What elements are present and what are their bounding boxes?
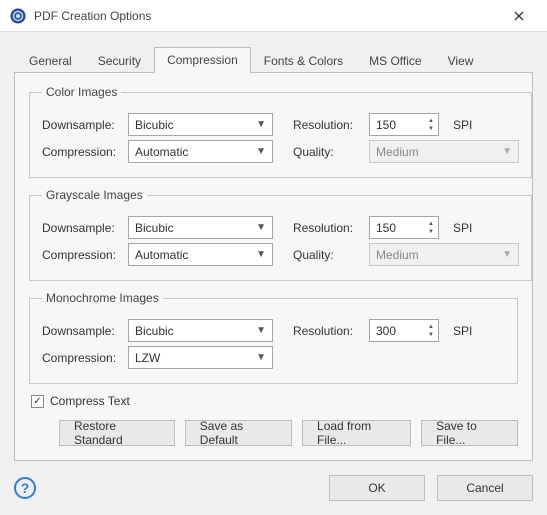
grayscale-quality-select: Medium ▼ — [369, 243, 519, 266]
tab-compression[interactable]: Compression — [154, 47, 251, 74]
mono-compression-value: LZW — [135, 351, 160, 365]
grayscale-resolution-value: 150 — [376, 221, 428, 235]
tab-fonts-colors[interactable]: Fonts & Colors — [251, 48, 356, 74]
close-button[interactable] — [499, 11, 539, 21]
tab-ms-office[interactable]: MS Office — [356, 48, 434, 74]
color-downsample-select[interactable]: Bicubic ▼ — [128, 113, 273, 136]
compress-text-checkbox[interactable]: ✓ Compress Text — [31, 394, 518, 408]
label-compression: Compression: — [42, 145, 122, 159]
mono-compression-select[interactable]: LZW ▼ — [128, 346, 273, 369]
title-bar: PDF Creation Options — [0, 0, 547, 32]
spinner-arrows-icon: ▲▼ — [428, 324, 438, 338]
label-quality: Quality: — [293, 145, 363, 159]
label-downsample: Downsample: — [42, 221, 122, 235]
grayscale-compression-select[interactable]: Automatic ▼ — [128, 243, 273, 266]
group-grayscale-images: Grayscale Images Downsample: Bicubic ▼ R… — [29, 188, 532, 281]
group-color-images: Color Images Downsample: Bicubic ▼ Resol… — [29, 85, 532, 178]
tab-security[interactable]: Security — [85, 48, 154, 74]
load-from-file-button[interactable]: Load from File... — [302, 420, 411, 446]
chevron-down-icon: ▼ — [256, 119, 266, 130]
save-to-file-button[interactable]: Save to File... — [421, 420, 518, 446]
label-spi: SPI — [453, 324, 481, 338]
restore-standard-button[interactable]: Restore Standard — [59, 420, 175, 446]
tab-general[interactable]: General — [16, 48, 85, 74]
color-resolution-input[interactable]: 150 ▲▼ — [369, 113, 439, 136]
group-mono-legend: Monochrome Images — [42, 291, 163, 305]
mono-resolution-value: 300 — [376, 324, 428, 338]
tab-view[interactable]: View — [435, 48, 487, 74]
help-icon[interactable]: ? — [14, 477, 36, 499]
compress-text-label: Compress Text — [50, 394, 130, 408]
spinner-arrows-icon: ▲▼ — [428, 221, 438, 235]
spinner-arrows-icon: ▲▼ — [428, 118, 438, 132]
color-compression-select[interactable]: Automatic ▼ — [128, 140, 273, 163]
grayscale-downsample-value: Bicubic — [135, 221, 174, 235]
group-color-legend: Color Images — [42, 85, 121, 99]
tab-bar: General Security Compression Fonts & Col… — [14, 46, 533, 73]
chevron-down-icon: ▼ — [256, 325, 266, 336]
label-resolution: Resolution: — [293, 324, 363, 338]
chevron-down-icon: ▼ — [502, 146, 512, 157]
save-as-default-button[interactable]: Save as Default — [185, 420, 292, 446]
label-resolution: Resolution: — [293, 118, 363, 132]
group-grayscale-legend: Grayscale Images — [42, 188, 147, 202]
cancel-button[interactable]: Cancel — [437, 475, 533, 501]
chevron-down-icon: ▼ — [502, 249, 512, 260]
label-resolution: Resolution: — [293, 221, 363, 235]
label-compression: Compression: — [42, 351, 122, 365]
window-title: PDF Creation Options — [34, 9, 499, 23]
chevron-down-icon: ▼ — [256, 146, 266, 157]
grayscale-resolution-input[interactable]: 150 ▲▼ — [369, 216, 439, 239]
label-quality: Quality: — [293, 248, 363, 262]
tab-panel-compression: Color Images Downsample: Bicubic ▼ Resol… — [14, 72, 533, 461]
color-quality-select: Medium ▼ — [369, 140, 519, 163]
mono-downsample-value: Bicubic — [135, 324, 174, 338]
app-icon — [10, 8, 26, 24]
label-downsample: Downsample: — [42, 118, 122, 132]
group-mono-images: Monochrome Images Downsample: Bicubic ▼ … — [29, 291, 518, 384]
color-downsample-value: Bicubic — [135, 118, 174, 132]
label-compression: Compression: — [42, 248, 122, 262]
chevron-down-icon: ▼ — [256, 352, 266, 363]
color-compression-value: Automatic — [135, 145, 188, 159]
ok-button[interactable]: OK — [329, 475, 425, 501]
label-spi: SPI — [453, 221, 481, 235]
label-spi: SPI — [453, 118, 481, 132]
grayscale-quality-value: Medium — [376, 248, 419, 262]
label-downsample: Downsample: — [42, 324, 122, 338]
color-resolution-value: 150 — [376, 118, 428, 132]
color-quality-value: Medium — [376, 145, 419, 159]
grayscale-downsample-select[interactable]: Bicubic ▼ — [128, 216, 273, 239]
dialog-footer: ? OK Cancel — [0, 461, 547, 515]
mono-resolution-input[interactable]: 300 ▲▼ — [369, 319, 439, 342]
grayscale-compression-value: Automatic — [135, 248, 188, 262]
mono-downsample-select[interactable]: Bicubic ▼ — [128, 319, 273, 342]
checkbox-check-icon: ✓ — [31, 395, 44, 408]
chevron-down-icon: ▼ — [256, 249, 266, 260]
chevron-down-icon: ▼ — [256, 222, 266, 233]
